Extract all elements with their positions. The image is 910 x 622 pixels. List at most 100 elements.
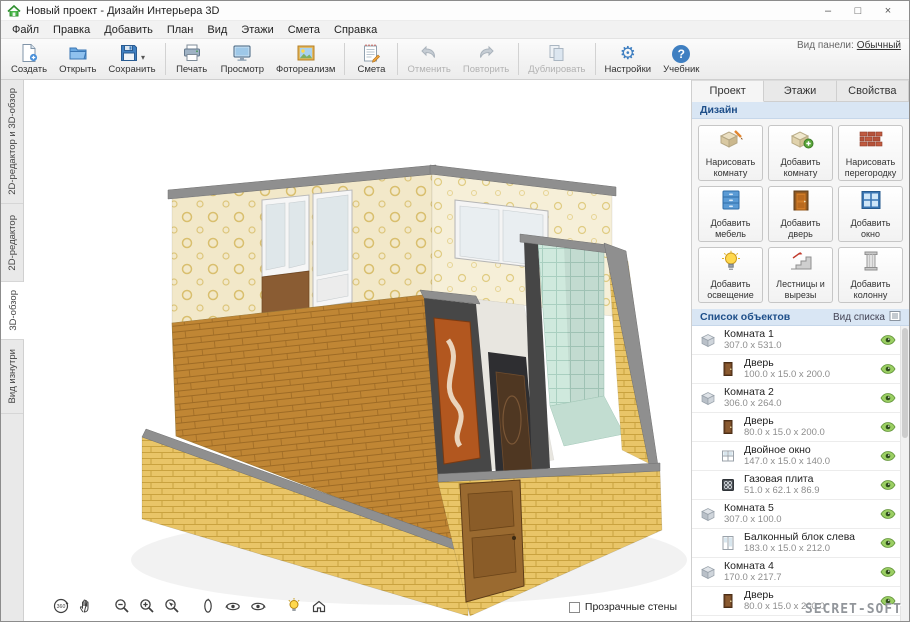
checkbox-icon[interactable] bbox=[569, 602, 580, 613]
stairs-and-openings-button[interactable]: Лестницы и вырезы bbox=[768, 247, 833, 303]
add-column-button[interactable]: Добавить колонну bbox=[838, 247, 903, 303]
duplicate-button[interactable]: Дублировать bbox=[522, 40, 591, 78]
pan-hand-icon[interactable] bbox=[75, 596, 97, 616]
tab-project[interactable]: Проект bbox=[692, 80, 764, 102]
add-lighting-button[interactable]: Добавить освещение bbox=[698, 247, 763, 303]
panel-view-value[interactable]: Обычный bbox=[857, 40, 901, 51]
add-window-icon bbox=[858, 189, 884, 216]
menu-add[interactable]: Добавить bbox=[97, 21, 160, 39]
close-button[interactable]: × bbox=[873, 1, 903, 20]
add-door-button[interactable]: Добавить дверь bbox=[768, 186, 833, 242]
visibility-eye-icon[interactable] bbox=[880, 422, 896, 433]
list-item[interactable]: Дверь 80.0 x 15.0 x 200.0 bbox=[692, 413, 909, 442]
print-button[interactable]: Печать bbox=[169, 40, 215, 78]
save-button-label: Сохранить bbox=[108, 64, 155, 75]
object-text: Дверь 100.0 x 15.0 x 200.0 bbox=[744, 358, 830, 380]
visibility-eye-icon[interactable] bbox=[880, 509, 896, 520]
object-name: Дверь bbox=[744, 590, 825, 602]
list-item[interactable]: Двойное окно 147.0 x 15.0 x 140.0 bbox=[692, 442, 909, 471]
tool-label: Добавить колонну bbox=[841, 279, 900, 300]
door-icon bbox=[720, 593, 738, 609]
transparent-walls-toggle[interactable]: Прозрачные стены bbox=[569, 601, 677, 613]
3d-viewport[interactable]: 360 Прозрачные стены bbox=[24, 80, 691, 621]
maximize-button[interactable]: □ bbox=[843, 1, 873, 20]
tab-floors[interactable]: Этажи bbox=[764, 80, 836, 101]
list-scrollbar[interactable] bbox=[900, 326, 909, 621]
rotate-360-icon[interactable]: 360 bbox=[50, 596, 72, 616]
lighting-icon[interactable] bbox=[283, 596, 305, 616]
list-item[interactable]: Комната 1 307.0 x 531.0 bbox=[692, 326, 909, 355]
list-item[interactable]: Комната 5 307.0 x 100.0 bbox=[692, 500, 909, 529]
tool-label: Нарисовать перегородку bbox=[841, 157, 900, 178]
menu-help[interactable]: Справка bbox=[327, 21, 384, 39]
redo-button[interactable]: Повторить bbox=[457, 40, 515, 78]
visibility-eye-icon[interactable] bbox=[880, 480, 896, 491]
tab-inside-view[interactable]: Вид изнутри bbox=[1, 340, 23, 414]
preview-button[interactable]: Просмотр bbox=[215, 40, 270, 78]
visibility-eye-icon[interactable] bbox=[880, 538, 896, 549]
panel-view-selector[interactable]: Вид панели:Обычный bbox=[797, 40, 901, 51]
duplicate-button-label: Дублировать bbox=[528, 64, 585, 75]
orbit-left-icon[interactable] bbox=[222, 596, 244, 616]
save-dropdown-arrow-icon[interactable]: ▾ bbox=[141, 53, 145, 63]
tool-label: Добавить комнату bbox=[771, 157, 830, 178]
save-button[interactable]: ▾ Сохранить bbox=[102, 40, 161, 78]
zoom-in-icon[interactable] bbox=[136, 596, 158, 616]
menu-floors[interactable]: Этажи bbox=[234, 21, 280, 39]
tab-3d-view[interactable]: 3D-обзор bbox=[1, 282, 25, 340]
settings-button-label: Настройки bbox=[605, 64, 652, 75]
tab-properties[interactable]: Свойства bbox=[837, 80, 909, 101]
add-furniture-icon bbox=[718, 189, 744, 216]
object-name: Комната 2 bbox=[724, 387, 782, 399]
menu-file[interactable]: Файл bbox=[5, 21, 46, 39]
object-dims: 147.0 x 15.0 x 140.0 bbox=[744, 457, 830, 468]
list-item[interactable]: Дверь 100.0 x 15.0 x 200.0 bbox=[692, 355, 909, 384]
menu-view[interactable]: Вид bbox=[200, 21, 234, 39]
scrollbar-thumb[interactable] bbox=[902, 328, 908, 438]
tutorial-button[interactable]: ? Учебник bbox=[657, 40, 705, 78]
draw-partition-button[interactable]: Нарисовать перегородку bbox=[838, 125, 903, 181]
rotate-vertical-icon[interactable] bbox=[197, 596, 219, 616]
room-icon bbox=[700, 506, 718, 522]
estimate-button[interactable]: Смета bbox=[348, 40, 394, 78]
zoom-out-icon[interactable] bbox=[111, 596, 133, 616]
draw-room-button[interactable]: Нарисовать комнату bbox=[698, 125, 763, 181]
tab-2d-editor-and-3d-view[interactable]: 2D-редактор и 3D-обзор bbox=[1, 80, 23, 204]
tab-2d-editor[interactable]: 2D-редактор bbox=[1, 204, 23, 282]
transparent-walls-label: Прозрачные стены bbox=[585, 601, 677, 613]
list-item[interactable]: Балконный блок слева 183.0 x 15.0 x 212.… bbox=[692, 529, 909, 558]
object-text: Комната 5 307.0 x 100.0 bbox=[724, 503, 782, 525]
zoom-select-icon[interactable] bbox=[161, 596, 183, 616]
list-item[interactable]: Комната 4 170.0 x 217.7 bbox=[692, 558, 909, 587]
photo-icon bbox=[296, 43, 316, 63]
visibility-eye-icon[interactable] bbox=[880, 567, 896, 578]
new-button[interactable]: Создать bbox=[5, 40, 53, 78]
object-text: Двойное окно 147.0 x 15.0 x 140.0 bbox=[744, 445, 830, 467]
orbit-right-icon[interactable] bbox=[247, 596, 269, 616]
window-icon bbox=[720, 448, 738, 464]
visibility-eye-icon[interactable] bbox=[880, 393, 896, 404]
add-door-icon bbox=[788, 189, 814, 216]
list-item[interactable]: Газовая плита 51.0 x 62.1 x 86.9 bbox=[692, 471, 909, 500]
list-item[interactable]: Комната 2 306.0 x 264.0 bbox=[692, 384, 909, 413]
visibility-eye-icon[interactable] bbox=[880, 364, 896, 375]
undo-button-label: Отменить bbox=[407, 64, 450, 75]
visibility-eye-icon[interactable] bbox=[880, 335, 896, 346]
menu-estimate[interactable]: Смета bbox=[281, 21, 327, 39]
open-button[interactable]: Открыть bbox=[53, 40, 102, 78]
object-dims: 183.0 x 15.0 x 212.0 bbox=[744, 544, 855, 555]
photorealism-button[interactable]: Фотореализм bbox=[270, 40, 341, 78]
menu-edit[interactable]: Правка bbox=[46, 21, 97, 39]
menu-plan[interactable]: План bbox=[160, 21, 201, 39]
open-folder-icon bbox=[68, 43, 88, 63]
draw-partition-icon bbox=[858, 128, 884, 155]
minimize-button[interactable]: – bbox=[813, 1, 843, 20]
visibility-eye-icon[interactable] bbox=[880, 451, 896, 462]
add-furniture-button[interactable]: Добавить мебель bbox=[698, 186, 763, 242]
undo-button[interactable]: Отменить bbox=[401, 40, 456, 78]
settings-button[interactable]: ⚙ Настройки bbox=[599, 40, 658, 78]
add-room-button[interactable]: Добавить комнату bbox=[768, 125, 833, 181]
home-view-icon[interactable] bbox=[308, 596, 330, 616]
add-window-button[interactable]: Добавить окно bbox=[838, 186, 903, 242]
list-view-selector[interactable]: Вид списка bbox=[833, 310, 901, 325]
